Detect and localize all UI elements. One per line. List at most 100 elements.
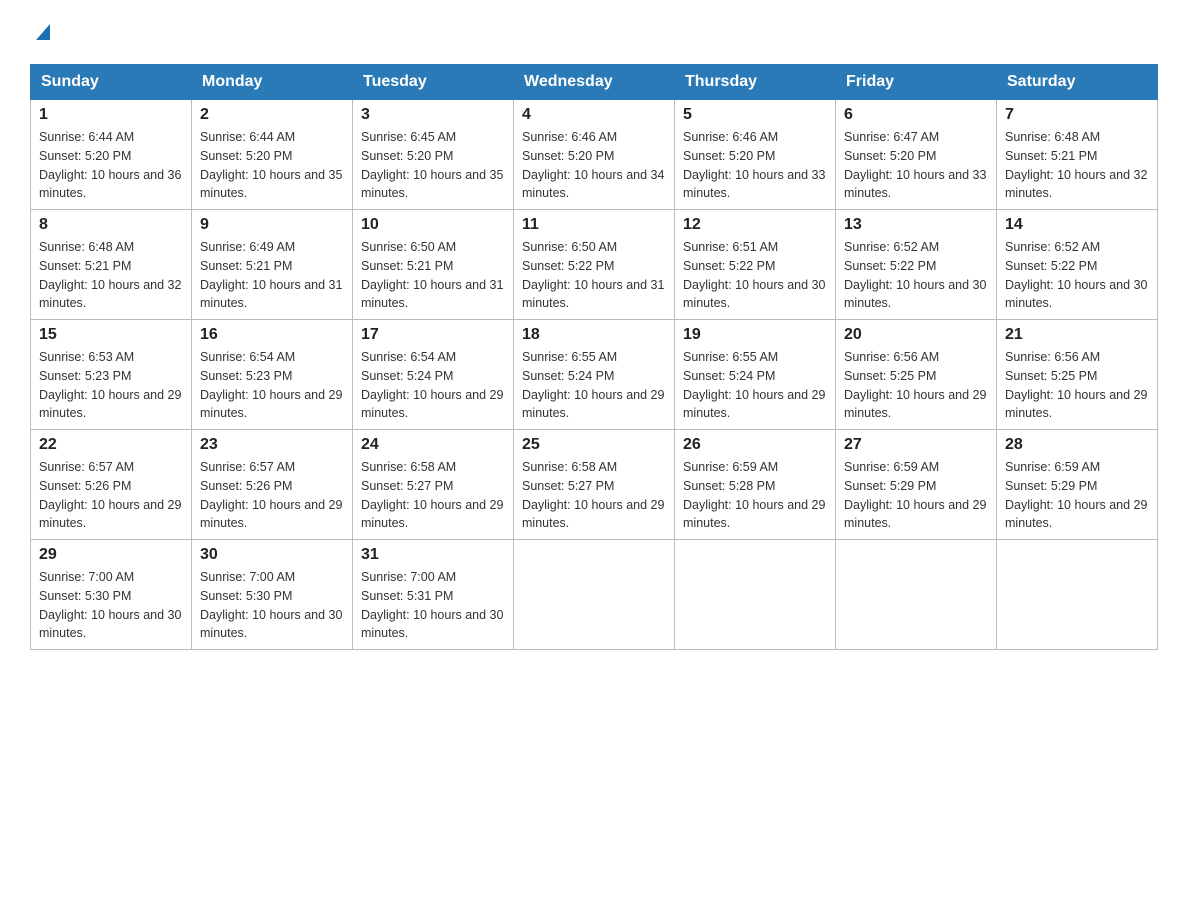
day-info: Sunrise: 6:56 AMSunset: 5:25 PMDaylight:… (844, 348, 988, 423)
day-number: 3 (361, 106, 505, 124)
day-number: 29 (39, 546, 183, 564)
day-number: 23 (200, 436, 344, 454)
day-info: Sunrise: 6:49 AMSunset: 5:21 PMDaylight:… (200, 238, 344, 313)
day-info: Sunrise: 6:48 AMSunset: 5:21 PMDaylight:… (1005, 128, 1149, 203)
calendar-cell: 31 Sunrise: 7:00 AMSunset: 5:31 PMDaylig… (353, 540, 514, 650)
calendar-cell: 20 Sunrise: 6:56 AMSunset: 5:25 PMDaylig… (836, 320, 997, 430)
col-tuesday: Tuesday (353, 65, 514, 100)
day-number: 12 (683, 216, 827, 234)
calendar-cell: 21 Sunrise: 6:56 AMSunset: 5:25 PMDaylig… (997, 320, 1158, 430)
day-info: Sunrise: 6:52 AMSunset: 5:22 PMDaylight:… (1005, 238, 1149, 313)
day-info: Sunrise: 6:45 AMSunset: 5:20 PMDaylight:… (361, 128, 505, 203)
calendar-cell: 6 Sunrise: 6:47 AMSunset: 5:20 PMDayligh… (836, 100, 997, 210)
calendar-cell: 27 Sunrise: 6:59 AMSunset: 5:29 PMDaylig… (836, 430, 997, 540)
day-number: 19 (683, 326, 827, 344)
day-number: 6 (844, 106, 988, 124)
day-info: Sunrise: 6:52 AMSunset: 5:22 PMDaylight:… (844, 238, 988, 313)
calendar-cell: 23 Sunrise: 6:57 AMSunset: 5:26 PMDaylig… (192, 430, 353, 540)
day-number: 24 (361, 436, 505, 454)
day-info: Sunrise: 6:54 AMSunset: 5:23 PMDaylight:… (200, 348, 344, 423)
calendar-cell: 5 Sunrise: 6:46 AMSunset: 5:20 PMDayligh… (675, 100, 836, 210)
day-info: Sunrise: 7:00 AMSunset: 5:30 PMDaylight:… (39, 568, 183, 643)
day-info: Sunrise: 6:59 AMSunset: 5:29 PMDaylight:… (1005, 458, 1149, 533)
calendar-cell (997, 540, 1158, 650)
day-number: 31 (361, 546, 505, 564)
calendar-cell: 10 Sunrise: 6:50 AMSunset: 5:21 PMDaylig… (353, 210, 514, 320)
calendar-table: Sunday Monday Tuesday Wednesday Thursday… (30, 64, 1158, 650)
logo (30, 20, 54, 46)
day-number: 5 (683, 106, 827, 124)
page-header (30, 20, 1158, 46)
day-info: Sunrise: 6:46 AMSunset: 5:20 PMDaylight:… (683, 128, 827, 203)
day-number: 30 (200, 546, 344, 564)
day-info: Sunrise: 6:50 AMSunset: 5:21 PMDaylight:… (361, 238, 505, 313)
day-info: Sunrise: 6:48 AMSunset: 5:21 PMDaylight:… (39, 238, 183, 313)
day-info: Sunrise: 6:54 AMSunset: 5:24 PMDaylight:… (361, 348, 505, 423)
day-info: Sunrise: 6:51 AMSunset: 5:22 PMDaylight:… (683, 238, 827, 313)
calendar-cell: 24 Sunrise: 6:58 AMSunset: 5:27 PMDaylig… (353, 430, 514, 540)
day-number: 7 (1005, 106, 1149, 124)
day-info: Sunrise: 6:50 AMSunset: 5:22 PMDaylight:… (522, 238, 666, 313)
day-info: Sunrise: 6:57 AMSunset: 5:26 PMDaylight:… (200, 458, 344, 533)
day-number: 25 (522, 436, 666, 454)
day-info: Sunrise: 6:46 AMSunset: 5:20 PMDaylight:… (522, 128, 666, 203)
day-number: 18 (522, 326, 666, 344)
day-info: Sunrise: 6:47 AMSunset: 5:20 PMDaylight:… (844, 128, 988, 203)
day-number: 10 (361, 216, 505, 234)
day-info: Sunrise: 7:00 AMSunset: 5:31 PMDaylight:… (361, 568, 505, 643)
week-row-2: 8 Sunrise: 6:48 AMSunset: 5:21 PMDayligh… (31, 210, 1158, 320)
calendar-cell: 8 Sunrise: 6:48 AMSunset: 5:21 PMDayligh… (31, 210, 192, 320)
day-info: Sunrise: 6:59 AMSunset: 5:29 PMDaylight:… (844, 458, 988, 533)
day-number: 9 (200, 216, 344, 234)
day-info: Sunrise: 6:55 AMSunset: 5:24 PMDaylight:… (522, 348, 666, 423)
calendar-cell: 30 Sunrise: 7:00 AMSunset: 5:30 PMDaylig… (192, 540, 353, 650)
week-row-4: 22 Sunrise: 6:57 AMSunset: 5:26 PMDaylig… (31, 430, 1158, 540)
day-number: 2 (200, 106, 344, 124)
calendar-cell: 9 Sunrise: 6:49 AMSunset: 5:21 PMDayligh… (192, 210, 353, 320)
day-number: 21 (1005, 326, 1149, 344)
calendar-cell: 25 Sunrise: 6:58 AMSunset: 5:27 PMDaylig… (514, 430, 675, 540)
day-info: Sunrise: 6:44 AMSunset: 5:20 PMDaylight:… (39, 128, 183, 203)
day-info: Sunrise: 6:53 AMSunset: 5:23 PMDaylight:… (39, 348, 183, 423)
week-row-3: 15 Sunrise: 6:53 AMSunset: 5:23 PMDaylig… (31, 320, 1158, 430)
day-info: Sunrise: 7:00 AMSunset: 5:30 PMDaylight:… (200, 568, 344, 643)
day-number: 8 (39, 216, 183, 234)
col-sunday: Sunday (31, 65, 192, 100)
calendar-cell: 12 Sunrise: 6:51 AMSunset: 5:22 PMDaylig… (675, 210, 836, 320)
calendar-cell: 19 Sunrise: 6:55 AMSunset: 5:24 PMDaylig… (675, 320, 836, 430)
day-number: 14 (1005, 216, 1149, 234)
day-number: 28 (1005, 436, 1149, 454)
day-number: 15 (39, 326, 183, 344)
calendar-cell: 16 Sunrise: 6:54 AMSunset: 5:23 PMDaylig… (192, 320, 353, 430)
day-info: Sunrise: 6:59 AMSunset: 5:28 PMDaylight:… (683, 458, 827, 533)
day-number: 1 (39, 106, 183, 124)
day-number: 4 (522, 106, 666, 124)
calendar-cell: 7 Sunrise: 6:48 AMSunset: 5:21 PMDayligh… (997, 100, 1158, 210)
calendar-cell: 26 Sunrise: 6:59 AMSunset: 5:28 PMDaylig… (675, 430, 836, 540)
day-info: Sunrise: 6:56 AMSunset: 5:25 PMDaylight:… (1005, 348, 1149, 423)
calendar-cell (836, 540, 997, 650)
col-friday: Friday (836, 65, 997, 100)
day-info: Sunrise: 6:57 AMSunset: 5:26 PMDaylight:… (39, 458, 183, 533)
day-number: 13 (844, 216, 988, 234)
day-info: Sunrise: 6:58 AMSunset: 5:27 PMDaylight:… (522, 458, 666, 533)
day-number: 16 (200, 326, 344, 344)
calendar-cell: 17 Sunrise: 6:54 AMSunset: 5:24 PMDaylig… (353, 320, 514, 430)
col-saturday: Saturday (997, 65, 1158, 100)
calendar-cell: 29 Sunrise: 7:00 AMSunset: 5:30 PMDaylig… (31, 540, 192, 650)
day-number: 17 (361, 326, 505, 344)
day-number: 22 (39, 436, 183, 454)
day-number: 26 (683, 436, 827, 454)
col-thursday: Thursday (675, 65, 836, 100)
calendar-cell: 11 Sunrise: 6:50 AMSunset: 5:22 PMDaylig… (514, 210, 675, 320)
calendar-cell: 2 Sunrise: 6:44 AMSunset: 5:20 PMDayligh… (192, 100, 353, 210)
calendar-cell: 15 Sunrise: 6:53 AMSunset: 5:23 PMDaylig… (31, 320, 192, 430)
calendar-cell (514, 540, 675, 650)
calendar-cell (675, 540, 836, 650)
col-monday: Monday (192, 65, 353, 100)
week-row-5: 29 Sunrise: 7:00 AMSunset: 5:30 PMDaylig… (31, 540, 1158, 650)
day-info: Sunrise: 6:44 AMSunset: 5:20 PMDaylight:… (200, 128, 344, 203)
calendar-cell: 18 Sunrise: 6:55 AMSunset: 5:24 PMDaylig… (514, 320, 675, 430)
col-wednesday: Wednesday (514, 65, 675, 100)
calendar-cell: 3 Sunrise: 6:45 AMSunset: 5:20 PMDayligh… (353, 100, 514, 210)
